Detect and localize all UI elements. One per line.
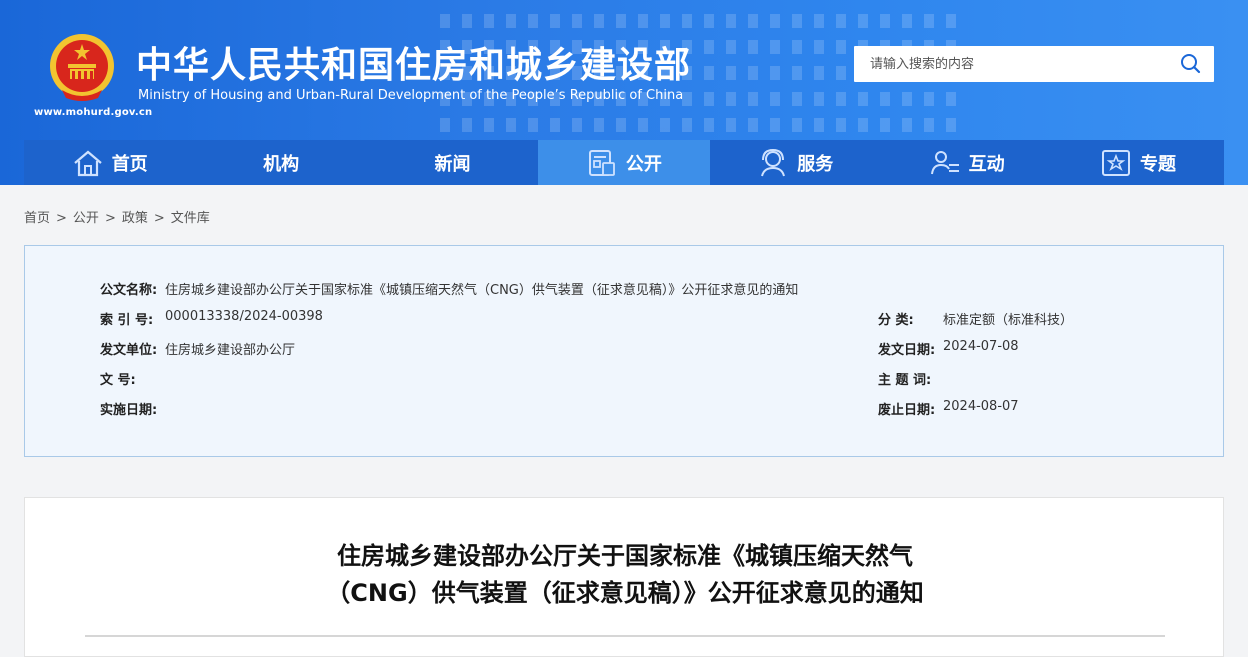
nav-item-service[interactable]: 服务 <box>710 140 881 185</box>
document-icon <box>588 149 615 176</box>
breadcrumb-separator: > <box>104 211 116 226</box>
keywords-label: 主 题 词: <box>878 373 932 388</box>
service-icon <box>761 148 786 176</box>
search-box <box>854 46 1214 82</box>
star-icon <box>1102 149 1131 176</box>
breadcrumb-public[interactable]: 公开 <box>73 211 99 226</box>
nav-item-label: 公开 <box>625 153 662 175</box>
site-title[interactable]: 中华人民共和国住房和城乡建设部 <box>136 36 691 88</box>
issuer-label: 发文单位: <box>100 343 158 358</box>
breadcrumb: 首页 > 公开 > 政策 > 文件库 <box>24 207 210 226</box>
expiry-date-label: 废止日期: <box>878 403 936 418</box>
breadcrumb-library[interactable]: 文件库 <box>171 211 210 226</box>
document-meta-panel: 公文名称: 住房城乡建设部办公厅关于国家标准《城镇压缩天然气（CNG）供气装置（… <box>24 245 1224 457</box>
main-nav: 首页 机构 新闻 公开 服务 互动 专题 <box>24 140 1224 185</box>
doc-name-value: 住房城乡建设部办公厅关于国家标准《城镇压缩天然气（CNG）供气装置（征求意见稿）… <box>165 283 799 298</box>
doc-name-label: 公文名称: <box>100 283 158 298</box>
search-icon[interactable] <box>1178 52 1204 76</box>
expiry-date-value: 2024-08-07 <box>943 399 1019 414</box>
home-icon <box>73 150 102 176</box>
doc-number-label: 文 号: <box>100 373 136 388</box>
nav-item-organization[interactable]: 机构 <box>195 140 366 185</box>
divider <box>85 635 1165 637</box>
breadcrumb-policy[interactable]: 政策 <box>122 211 148 226</box>
site-title-english: Ministry of Housing and Urban-Rural Deve… <box>138 88 684 103</box>
search-input[interactable] <box>854 46 1164 82</box>
breadcrumb-separator: > <box>56 211 67 226</box>
nav-item-news[interactable]: 新闻 <box>367 140 538 185</box>
issue-date-label: 发文日期: <box>878 343 936 358</box>
article-title-line-1: 住房城乡建设部办公厅关于国家标准《城镇压缩天然气 <box>337 542 913 570</box>
nav-item-label: 机构 <box>263 153 300 175</box>
category-label: 分 类: <box>878 313 914 328</box>
breadcrumb-home[interactable]: 首页 <box>24 211 50 226</box>
index-label: 索 引 号: <box>100 313 154 328</box>
nav-item-label: 首页 <box>111 153 148 175</box>
nav-item-interaction[interactable]: 互动 <box>881 140 1052 185</box>
effective-date-label: 实施日期: <box>100 403 158 418</box>
nav-item-label: 新闻 <box>434 153 471 175</box>
index-value: 000013338/2024-00398 <box>165 309 323 324</box>
nav-item-label: 互动 <box>968 153 1005 175</box>
nav-item-home[interactable]: 首页 <box>24 140 195 185</box>
nav-item-label: 服务 <box>797 153 834 175</box>
category-value: 标准定额（标准科技） <box>943 313 1074 328</box>
breadcrumb-separator: > <box>153 211 165 226</box>
issuer-value: 住房城乡建设部办公厅 <box>165 343 296 358</box>
interaction-icon <box>930 150 959 174</box>
nav-item-label: 专题 <box>1140 153 1177 175</box>
nav-item-special[interactable]: 专题 <box>1052 140 1223 185</box>
article-card: 住房城乡建设部办公厅关于国家标准《城镇压缩天然气 （CNG）供气装置（征求意见稿… <box>24 497 1224 657</box>
article-title: 住房城乡建设部办公厅关于国家标准《城镇压缩天然气 （CNG）供气装置（征求意见稿… <box>25 538 1225 612</box>
article-title-line-2: （CNG）供气装置（征求意见稿）》公开征求意见的通知 <box>326 579 924 607</box>
national-emblem-icon[interactable] <box>48 32 116 104</box>
nav-item-public[interactable]: 公开 <box>538 140 710 185</box>
issue-date-value: 2024-07-08 <box>943 339 1019 354</box>
site-domain: www.mohurd.gov.cn <box>34 107 153 118</box>
